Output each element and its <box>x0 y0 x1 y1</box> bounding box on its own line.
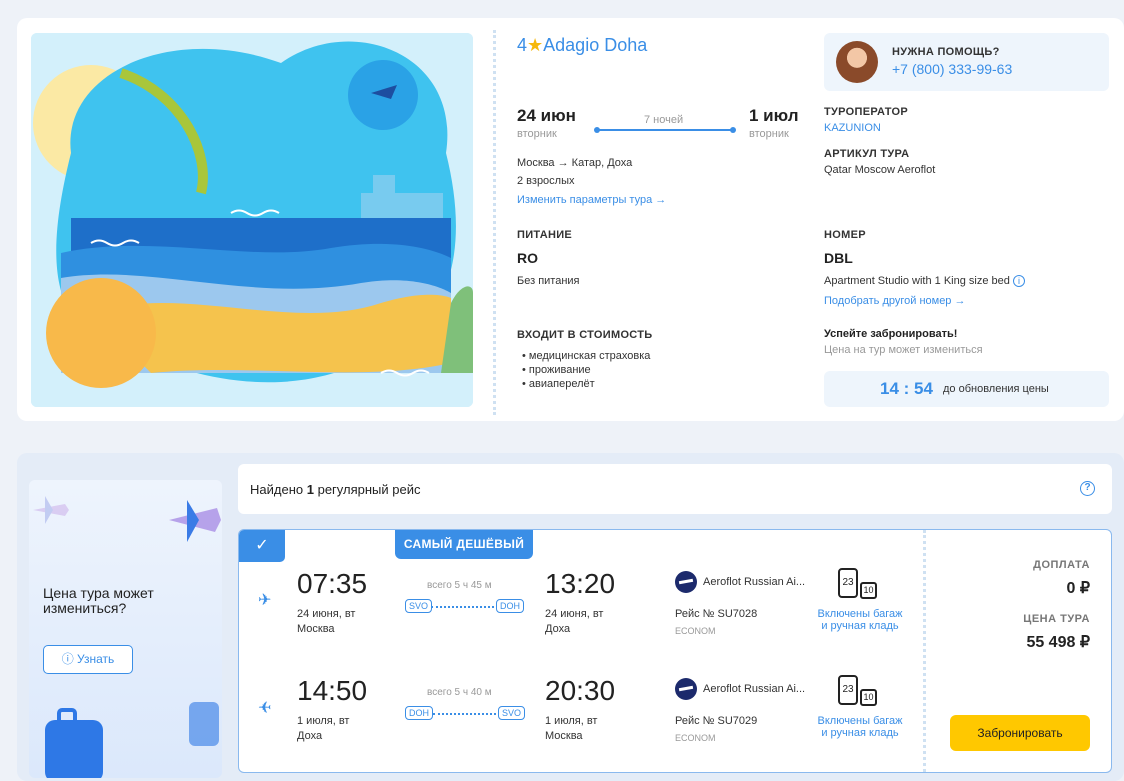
cheapest-badge: САМЫЙ ДЕШЁВЫЙ <box>395 530 533 559</box>
flight-class: ECONOM <box>675 626 716 636</box>
route: Москва → Катар, Доха <box>517 157 633 169</box>
arr-city: Москва <box>545 730 583 742</box>
star-icon: ★ <box>527 35 544 55</box>
baggage-included[interactable]: Включены багаж и ручная кладь <box>814 608 906 632</box>
hand-luggage-icon: 10 <box>860 582 877 599</box>
help-circle-icon: ⓘ <box>61 652 74 666</box>
flight-number: Рейс № SU7029 <box>675 715 758 727</box>
help-phone[interactable]: +7 (800) 333-99-63 <box>892 61 1012 77</box>
dates-dot-start <box>594 127 600 133</box>
route-dots <box>431 606 494 608</box>
start-date: 24 июн <box>517 106 576 125</box>
avatar <box>836 41 878 83</box>
change-params-link[interactable]: Изменить параметры тура → <box>517 194 666 206</box>
airport-from: DOH <box>405 706 433 720</box>
operator-caption: ТУРОПЕРАТОР <box>824 106 908 118</box>
flight-number: Рейс № SU7028 <box>675 608 758 620</box>
nights-count: 7 ночей <box>644 114 684 126</box>
article-value: Qatar Moscow Aeroflot <box>824 164 936 176</box>
found-flights-bar: Найдено 1 регулярный рейс ? <box>238 464 1112 514</box>
dep-city: Москва <box>297 623 335 635</box>
airport-to: SVO <box>498 706 526 720</box>
extra-caption: ДОПЛАТА <box>1033 559 1090 571</box>
extra-value: 0 ₽ <box>1066 580 1090 597</box>
room-desc: Apartment Studio with 1 King size bed i <box>824 275 1025 288</box>
flight-class: ECONOM <box>675 733 716 743</box>
dep-time: 07:35 <box>297 568 368 599</box>
luggage-icon: 23 <box>838 568 858 598</box>
dates-dot-end <box>730 127 736 133</box>
question-icon[interactable]: ? <box>1080 481 1095 496</box>
luggage-icon: 23 <box>838 675 858 705</box>
help-box: НУЖНА ПОМОЩЬ? +7 (800) 333-99-63 <box>824 33 1109 91</box>
includes-caption: ВХОДИТ В СТОИМОСТЬ <box>517 329 653 341</box>
airline-name: Aeroflot Russian Ai... <box>703 683 806 695</box>
airport-from: SVO <box>405 599 433 613</box>
info-icon[interactable]: i <box>1012 275 1025 288</box>
total-caption: ЦЕНА ТУРА <box>1023 613 1090 625</box>
arr-date: 1 июля, вт <box>545 715 598 727</box>
ticket-perforation <box>923 530 926 772</box>
arr-date: 24 июня, вт <box>545 608 604 620</box>
includes-item: • авиаперелёт <box>522 378 595 390</box>
article-caption: АРТИКУЛ ТУРА <box>824 148 910 160</box>
room-code: DBL <box>824 250 853 266</box>
start-day: вторник <box>517 128 557 140</box>
total-price: 55 498 ₽ <box>1026 634 1090 651</box>
hurry-sub: Цена на тур может измениться <box>824 344 983 356</box>
timer-label: до обновления цены <box>943 383 1049 395</box>
aeroflot-logo <box>675 571 697 593</box>
route-dots <box>433 713 496 715</box>
learn-more-button[interactable]: ⓘ Узнать <box>43 645 133 674</box>
airport-to: DOH <box>496 599 524 613</box>
operator-name[interactable]: KAZUNION <box>824 122 881 134</box>
arr-time: 20:30 <box>545 675 616 706</box>
hotel-title[interactable]: 4★Adagio Doha <box>517 35 647 56</box>
includes-item: • проживание <box>522 364 591 376</box>
dep-date: 1 июля, вт <box>297 715 350 727</box>
found-text: Найдено 1 регулярный рейс <box>250 482 421 497</box>
end-day: вторник <box>749 128 789 140</box>
end-date: 1 июл <box>749 106 799 125</box>
hand-luggage-icon: 10 <box>860 689 877 706</box>
duration: всего 5 ч 40 м <box>427 687 492 698</box>
aeroflot-logo <box>675 678 697 700</box>
baggage-included[interactable]: Включены багаж и ручная кладь <box>814 715 906 739</box>
hurry-title: Успейте забронировать! <box>824 328 958 340</box>
timer-value: 14 : 54 <box>880 379 933 398</box>
hotel-stars: 4 <box>517 35 528 55</box>
price-timer: 14 : 54 до обновления цены <box>824 371 1109 407</box>
meal-code: RO <box>517 250 538 266</box>
selected-check-icon[interactable]: ✓ <box>239 530 285 562</box>
meal-caption: ПИТАНИЕ <box>517 229 573 241</box>
dates-line <box>597 129 733 131</box>
plane-return-icon: ✈ <box>258 700 272 717</box>
hotel-image <box>31 33 473 407</box>
plane-depart-icon: ✈ <box>258 592 272 609</box>
guests: 2 взрослых <box>517 175 575 187</box>
includes-item: • медицинская страховка <box>522 350 651 362</box>
hotel-name: Adagio Doha <box>543 35 648 55</box>
arr-time: 13:20 <box>545 568 616 599</box>
dep-time: 14:50 <box>297 675 368 706</box>
room-caption: НОМЕР <box>824 229 866 241</box>
book-button[interactable]: Забронировать <box>950 715 1090 751</box>
price-change-promo: Цена тура может измениться? <box>29 480 222 778</box>
airline-name: Aeroflot Russian Ai... <box>703 576 806 588</box>
arr-city: Доха <box>545 623 571 635</box>
help-title: НУЖНА ПОМОЩЬ? <box>892 46 1000 58</box>
meal-desc: Без питания <box>517 275 580 287</box>
dep-date: 24 июня, вт <box>297 608 356 620</box>
change-room-link[interactable]: Подобрать другой номер → <box>824 295 966 307</box>
promo-text: Цена тура может измениться? <box>43 585 154 616</box>
ticket-perforation <box>493 30 496 415</box>
duration: всего 5 ч 45 м <box>427 580 492 591</box>
dep-city: Доха <box>297 730 323 742</box>
